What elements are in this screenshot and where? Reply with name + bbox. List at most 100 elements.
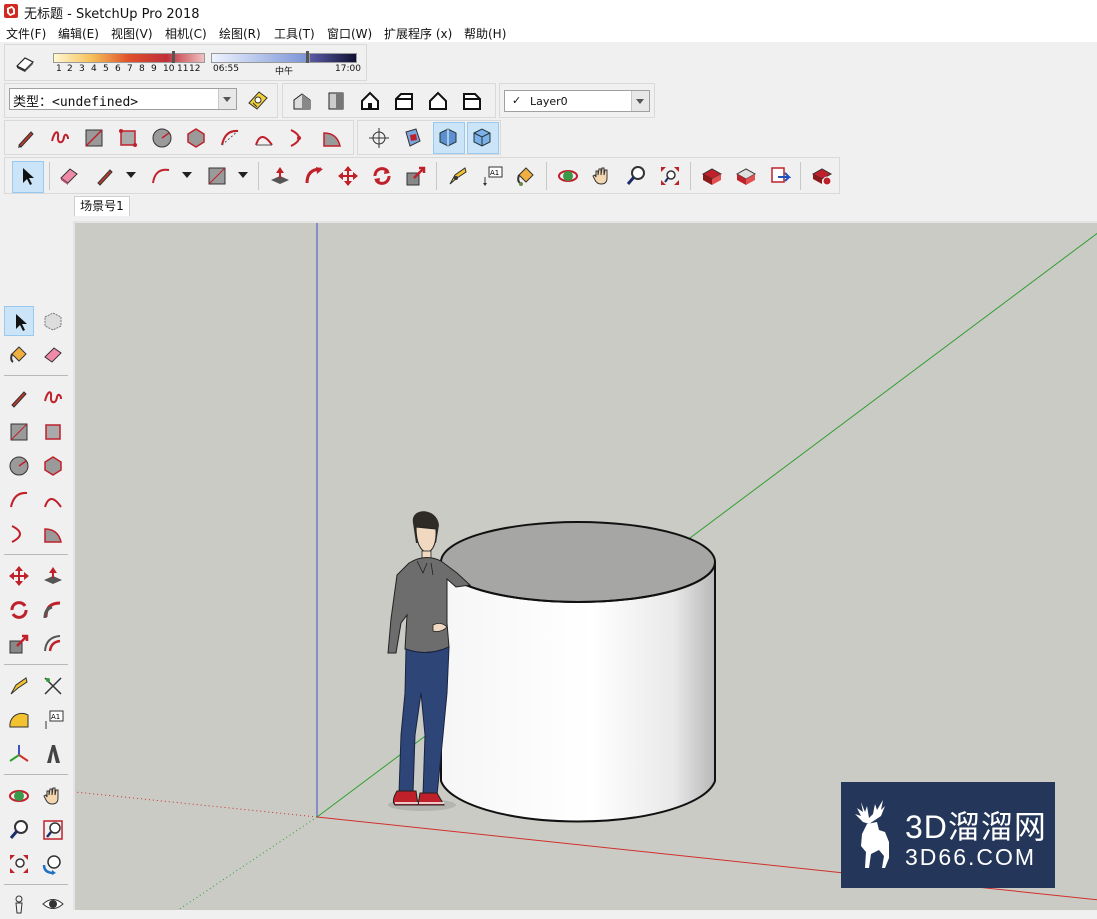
3d-text-button[interactable] [38,739,68,769]
scene-tab[interactable]: 场景号1 [74,196,130,216]
scale-tool-button[interactable] [4,629,34,659]
back-view-button[interactable] [424,87,452,115]
dimension-tool-button[interactable] [38,671,68,701]
look-around-button[interactable] [38,889,68,919]
right-view-button[interactable] [390,87,418,115]
menu-file[interactable]: 文件(F) [6,25,46,42]
share-component-icon [771,167,791,183]
type-selector-dropdown[interactable] [218,89,236,109]
freehand-tool-button[interactable] [38,383,68,413]
zoom-window-button[interactable] [38,815,68,845]
2pt-arc-tool-button[interactable] [250,124,278,152]
layer-selector-combo[interactable]: ✓ Layer0 [504,90,650,112]
scale-tool-button[interactable] [402,162,430,190]
line-dropdown-arrow[interactable] [126,172,136,178]
shadow-toggle-button[interactable] [11,49,39,77]
make-component-button[interactable] [38,306,68,336]
polygon-tool-button[interactable] [182,124,210,152]
zoom-extents-button[interactable] [4,849,34,879]
menu-draw[interactable]: 绘图(R) [219,25,261,42]
3d-warehouse-button[interactable] [698,162,726,190]
select-tool-button[interactable] [4,306,34,336]
type-selector-combo[interactable]: 类型：<undefined> [9,88,237,110]
rotated-rectangle-tool-button[interactable] [38,417,68,447]
share-component-button[interactable] [766,162,794,190]
share-model-button[interactable] [732,162,760,190]
rotate-tool-button[interactable] [4,595,34,625]
arc-menu-button[interactable] [147,162,175,190]
pie-tool-button[interactable] [38,519,68,549]
position-camera-button[interactable] [365,124,393,152]
menu-extensions[interactable]: 扩展程序 (x) [384,25,452,42]
eraser-tool-button[interactable] [55,162,83,190]
orbit-tool-button[interactable] [554,162,582,190]
paint-bucket-button[interactable] [4,340,34,370]
freehand-tool-button[interactable] [46,124,74,152]
left-view-button[interactable] [458,87,486,115]
move-tool-button[interactable] [334,162,362,190]
3pt-arc-tool-button[interactable] [4,519,34,549]
circle-tool-button[interactable] [148,124,176,152]
2pt-arc-tool-button[interactable] [38,485,68,515]
rectangle-tool-button[interactable] [80,124,108,152]
pencil-line-button[interactable] [91,162,119,190]
shape-dropdown-arrow[interactable] [238,172,248,178]
offset-tool-button[interactable] [38,629,68,659]
menu-window[interactable]: 窗口(W) [327,25,372,42]
3pt-arc-tool-button[interactable] [284,124,312,152]
arc-tool-button[interactable] [216,124,244,152]
arc-tool-button[interactable] [4,485,34,515]
back-edges-button[interactable] [467,122,499,154]
pan-tool-button[interactable] [588,162,616,190]
select-tool-button[interactable] [12,161,44,193]
tape-measure-button[interactable] [444,162,472,190]
month-slider-thumb[interactable] [172,51,175,63]
menu-help[interactable]: 帮助(H) [464,25,506,42]
push-pull-button[interactable] [266,162,294,190]
month-slider[interactable] [53,53,205,63]
line-tool-button[interactable] [4,383,34,413]
arc-dropdown-arrow[interactable] [182,172,192,178]
text-tool-button[interactable]: A1 [38,705,68,735]
push-pull-button[interactable] [38,561,68,591]
polygon-tool-button[interactable] [38,451,68,481]
time-slider-evening[interactable] [309,53,357,63]
pan-tool-button[interactable] [38,781,68,811]
circle-tool-button[interactable] [4,451,34,481]
follow-me-button[interactable] [300,162,328,190]
rectangle-tool-button[interactable] [4,417,34,447]
line-tool-button[interactable] [12,124,40,152]
iso-view-button[interactable] [288,87,316,115]
pie-tool-button[interactable] [318,124,346,152]
xray-button[interactable] [433,122,465,154]
section-plane-button[interactable] [399,124,427,152]
menu-tools[interactable]: 工具(T) [274,25,315,42]
protractor-button[interactable] [4,705,34,735]
position-camera-button[interactable] [4,889,34,919]
rotated-rectangle-tool-button[interactable] [114,124,142,152]
front-view-button[interactable] [356,87,384,115]
previous-view-button[interactable] [38,849,68,879]
extension-warehouse-button[interactable] [808,162,836,190]
move-tool-button[interactable] [4,561,34,591]
month-label: 4 [91,64,97,74]
zoom-tool-button[interactable] [4,815,34,845]
time-slider[interactable] [211,53,307,63]
type-tool-button[interactable] [244,86,272,114]
menu-camera[interactable]: 相机(C) [165,25,207,42]
orbit-tool-button[interactable] [4,781,34,811]
rotate-tool-button[interactable] [368,162,396,190]
eraser-tool-button[interactable] [38,340,68,370]
paint-bucket-button[interactable] [512,162,540,190]
layer-selector-dropdown[interactable] [631,91,649,111]
axes-tool-button[interactable] [4,739,34,769]
follow-me-button[interactable] [38,595,68,625]
text-tool-button[interactable]: A1 [478,162,506,190]
top-view-button[interactable] [322,87,350,115]
tape-measure-button[interactable] [4,671,34,701]
menu-view[interactable]: 视图(V) [111,25,153,42]
shape-menu-button[interactable] [203,162,231,190]
zoom-tool-button[interactable] [622,162,650,190]
menu-edit[interactable]: 编辑(E) [58,25,99,42]
zoom-extents-button[interactable] [656,162,684,190]
